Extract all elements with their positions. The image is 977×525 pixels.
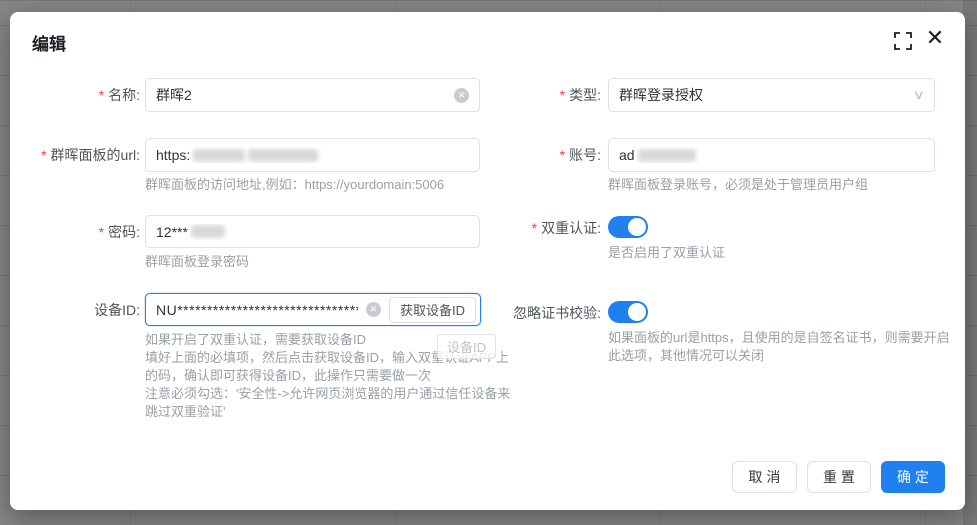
chevron-down-icon: ∨ — [913, 87, 925, 103]
required-star: * — [41, 147, 46, 163]
ignore-cert-label: 忽略证书校验: — [450, 303, 601, 323]
fullscreen-icon[interactable] — [894, 32, 912, 50]
password-label: * 密码: — [10, 222, 140, 242]
background-scrollbar-strip — [963, 0, 977, 525]
confirm-button[interactable]: 确 定 — [881, 461, 945, 493]
ignore-cert-hint: 如果面板的url是https，且使用的是自签名证书，则需要开启此选项，其他情况可… — [608, 329, 953, 365]
redacted-text — [638, 149, 696, 162]
account-input[interactable]: ad — [608, 138, 935, 172]
close-icon[interactable]: ✕ — [924, 27, 946, 49]
account-hint: 群晖面板登录账号，必须是处于管理员用户组 — [608, 176, 948, 194]
ignore-cert-toggle[interactable] — [608, 301, 648, 323]
device-id-hint-line: 填好上面的必填项，然后点击获取设备ID，输入双重认证APP上的码，确认即可获得设… — [145, 349, 513, 385]
url-hint: 群晖面板的访问地址,例如：https://yourdomain:5006 — [145, 176, 485, 194]
clear-circle-icon[interactable]: ✕ — [366, 302, 381, 317]
device-id-label: 设备ID: — [10, 300, 140, 320]
dialog-title: 编辑 — [32, 30, 66, 55]
redacted-text — [248, 149, 318, 162]
device-id-input-group[interactable]: NU******************************* ✕ 获取设备… — [145, 293, 481, 326]
required-star: * — [560, 147, 565, 163]
account-label: * 账号: — [450, 145, 601, 165]
toggle-knob — [628, 303, 646, 321]
name-input[interactable]: 群晖2 ✕ — [145, 78, 480, 112]
two-factor-hint: 是否启用了双重认证 — [608, 244, 938, 262]
password-input[interactable]: 12*** — [145, 215, 480, 248]
password-hint: 群晖面板登录密码 — [145, 253, 445, 271]
reset-button[interactable]: 重 置 — [807, 461, 871, 493]
url-input[interactable]: https: — [145, 138, 480, 172]
toggle-knob — [628, 218, 646, 236]
two-factor-toggle[interactable] — [608, 216, 648, 238]
cancel-button[interactable]: 取 消 — [732, 461, 797, 493]
required-star: * — [532, 220, 537, 236]
edit-dialog: 编辑 ✕ * 名称: 群晖2 ✕ * 类型: 群晖登录授权 ∨ * 群晖面板的u… — [10, 12, 965, 510]
redacted-text — [191, 225, 225, 238]
device-id-hint-line: 如果开启了双重认证，需要获取设备ID — [145, 331, 513, 349]
url-label: * 群晖面板的url: — [10, 145, 140, 165]
type-select[interactable]: 群晖登录授权 ∨ — [608, 78, 935, 112]
type-label: * 类型: — [450, 85, 601, 105]
two-factor-label: * 双重认证: — [450, 218, 601, 238]
redacted-text — [193, 149, 245, 162]
name-label: * 名称: — [10, 85, 140, 105]
device-id-hint: 如果开启了双重认证，需要获取设备ID 填好上面的必填项，然后点击获取设备ID，输… — [145, 331, 513, 421]
device-id-value: NU******************************* — [156, 302, 358, 318]
required-star: * — [99, 87, 104, 103]
required-star: * — [99, 224, 104, 240]
device-id-hint-line: 注意必须勾选：'安全性->允许网页浏览器的用户通过信任设备来跳过双重验证' — [145, 385, 513, 421]
required-star: * — [560, 87, 565, 103]
